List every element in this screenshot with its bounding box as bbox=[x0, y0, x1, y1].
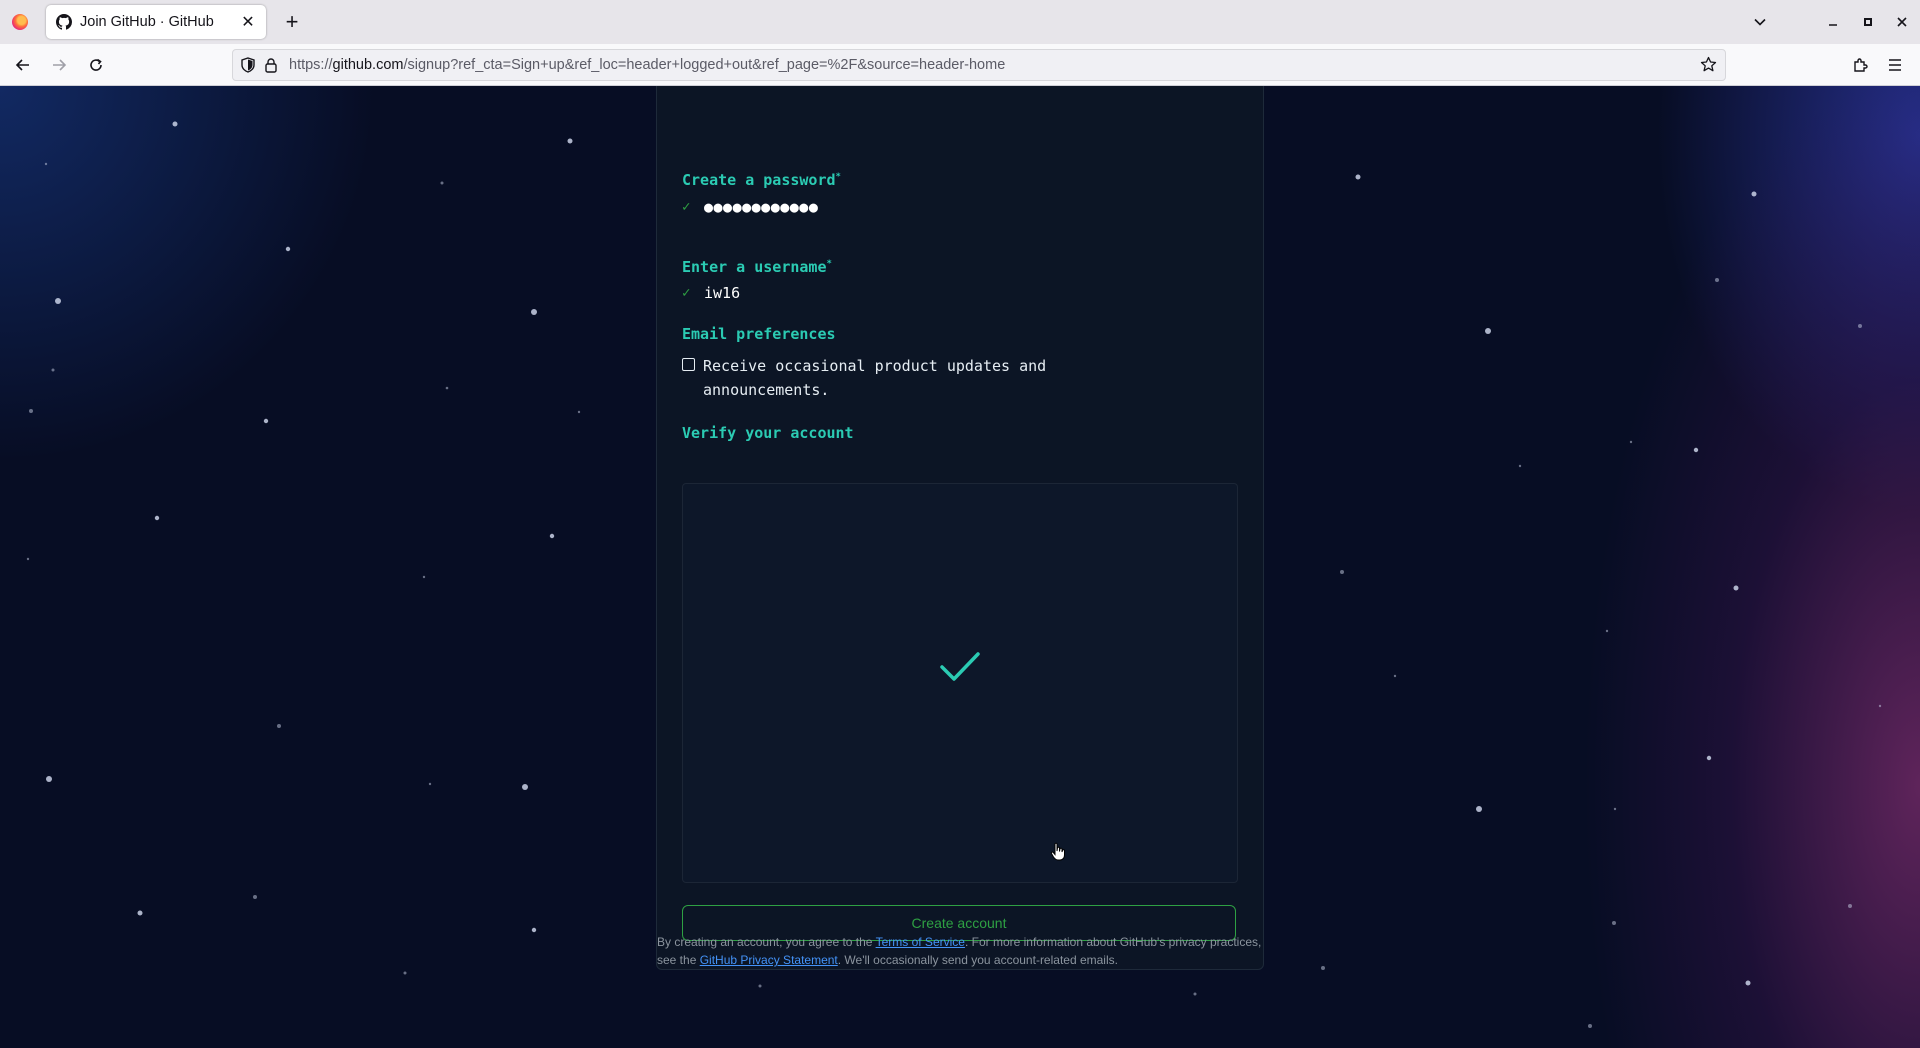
star bbox=[1878, 704, 1882, 708]
close-tab-icon[interactable]: ✕ bbox=[238, 12, 258, 32]
star bbox=[55, 298, 61, 304]
star bbox=[1745, 980, 1751, 986]
password-value[interactable]: ●●●●●●●●●●●● bbox=[704, 198, 818, 216]
star bbox=[567, 138, 573, 144]
bookmark-star-icon[interactable] bbox=[1700, 56, 1717, 73]
minimize-window-icon[interactable] bbox=[1821, 10, 1845, 34]
star bbox=[1340, 570, 1344, 574]
username-value[interactable]: iw16 bbox=[704, 284, 740, 302]
signup-form-card: Create a password* ✓ ●●●●●●●●●●●● Enter … bbox=[656, 86, 1264, 970]
star bbox=[445, 386, 449, 390]
star bbox=[1321, 966, 1325, 970]
star bbox=[758, 984, 762, 988]
star bbox=[285, 246, 291, 252]
star bbox=[29, 409, 33, 413]
star bbox=[1193, 992, 1197, 996]
star bbox=[1715, 278, 1719, 282]
maximize-window-icon[interactable] bbox=[1856, 10, 1880, 34]
checkmark-icon bbox=[940, 652, 980, 681]
username-field[interactable]: ✓ iw16 bbox=[682, 284, 740, 302]
reload-icon[interactable] bbox=[83, 52, 109, 78]
star bbox=[1605, 629, 1609, 633]
star bbox=[263, 418, 269, 424]
star bbox=[428, 782, 432, 786]
star bbox=[1733, 585, 1739, 591]
tracking-protection-shield-icon[interactable] bbox=[241, 57, 255, 73]
username-valid-check-icon: ✓ bbox=[682, 285, 691, 301]
star bbox=[1485, 328, 1491, 334]
star bbox=[1612, 921, 1616, 925]
address-bar[interactable]: https://github.com/signup?ref_cta=Sign+u… bbox=[232, 49, 1726, 81]
star bbox=[403, 971, 407, 975]
star bbox=[137, 910, 143, 916]
browser-tab-bar: Join GitHub · GitHub ✕ + bbox=[0, 0, 1920, 44]
star bbox=[549, 533, 555, 539]
terms-of-service-link[interactable]: Terms of Service bbox=[876, 935, 965, 949]
star bbox=[531, 927, 537, 933]
email-updates-option[interactable]: Receive occasional product updates and a… bbox=[682, 354, 1123, 402]
star bbox=[1518, 464, 1522, 468]
star bbox=[172, 121, 178, 127]
star bbox=[422, 575, 426, 579]
url-text[interactable]: https://github.com/signup?ref_cta=Sign+u… bbox=[289, 57, 1005, 73]
star bbox=[1751, 191, 1757, 197]
signup-page: Create a password* ✓ ●●●●●●●●●●●● Enter … bbox=[0, 86, 1920, 1048]
hamburger-menu-icon[interactable] bbox=[1882, 52, 1908, 78]
star bbox=[1476, 806, 1482, 812]
star bbox=[44, 162, 48, 166]
star bbox=[1355, 174, 1361, 180]
hand-pointer-cursor-icon bbox=[1050, 842, 1065, 861]
star bbox=[1588, 1024, 1592, 1028]
star bbox=[154, 515, 160, 521]
star bbox=[1613, 807, 1617, 811]
legal-text-3: . We'll occasionally send you account-re… bbox=[837, 953, 1118, 967]
firefox-logo-icon[interactable] bbox=[12, 14, 28, 30]
password-label: Create a password* bbox=[682, 171, 841, 189]
star bbox=[1629, 440, 1633, 444]
tab-title: Join GitHub · GitHub bbox=[80, 14, 214, 30]
password-valid-check-icon: ✓ bbox=[682, 199, 691, 215]
star bbox=[1693, 447, 1699, 453]
back-arrow-icon[interactable] bbox=[10, 52, 36, 78]
browser-tab-active[interactable]: Join GitHub · GitHub ✕ bbox=[46, 5, 266, 39]
star bbox=[46, 776, 52, 782]
star bbox=[253, 895, 257, 899]
list-all-tabs-chevron-icon[interactable] bbox=[1748, 10, 1772, 34]
legal-text-1: By creating an account, you agree to the bbox=[657, 935, 876, 949]
star bbox=[531, 309, 537, 315]
email-updates-checkbox[interactable] bbox=[682, 358, 695, 371]
star bbox=[577, 410, 581, 414]
new-tab-plus-icon[interactable]: + bbox=[280, 10, 304, 34]
star bbox=[26, 557, 30, 561]
star bbox=[1393, 674, 1397, 678]
verify-account-label: Verify your account bbox=[682, 424, 854, 442]
extensions-puzzle-icon[interactable] bbox=[1847, 52, 1873, 78]
star bbox=[1858, 324, 1862, 328]
star bbox=[440, 181, 444, 185]
password-field[interactable]: ✓ ●●●●●●●●●●●● bbox=[682, 198, 818, 216]
github-favicon-icon bbox=[56, 14, 72, 30]
legal-notice: By creating an account, you agree to the… bbox=[657, 933, 1277, 969]
star bbox=[522, 784, 528, 790]
email-preferences-label: Email preferences bbox=[682, 325, 836, 343]
username-label: Enter a username* bbox=[682, 258, 832, 276]
star bbox=[1848, 904, 1852, 908]
lock-icon[interactable] bbox=[265, 57, 277, 73]
forward-arrow-icon[interactable] bbox=[46, 52, 72, 78]
browser-nav-bar: https://github.com/signup?ref_cta=Sign+u… bbox=[0, 44, 1920, 86]
close-window-icon[interactable] bbox=[1890, 10, 1914, 34]
privacy-statement-link[interactable]: GitHub Privacy Statement bbox=[700, 953, 838, 967]
email-updates-checkbox-label[interactable]: Receive occasional product updates and a… bbox=[703, 354, 1123, 402]
star bbox=[1706, 755, 1712, 761]
star bbox=[51, 368, 55, 372]
verification-captcha-frame[interactable] bbox=[682, 483, 1238, 883]
star bbox=[277, 724, 281, 728]
